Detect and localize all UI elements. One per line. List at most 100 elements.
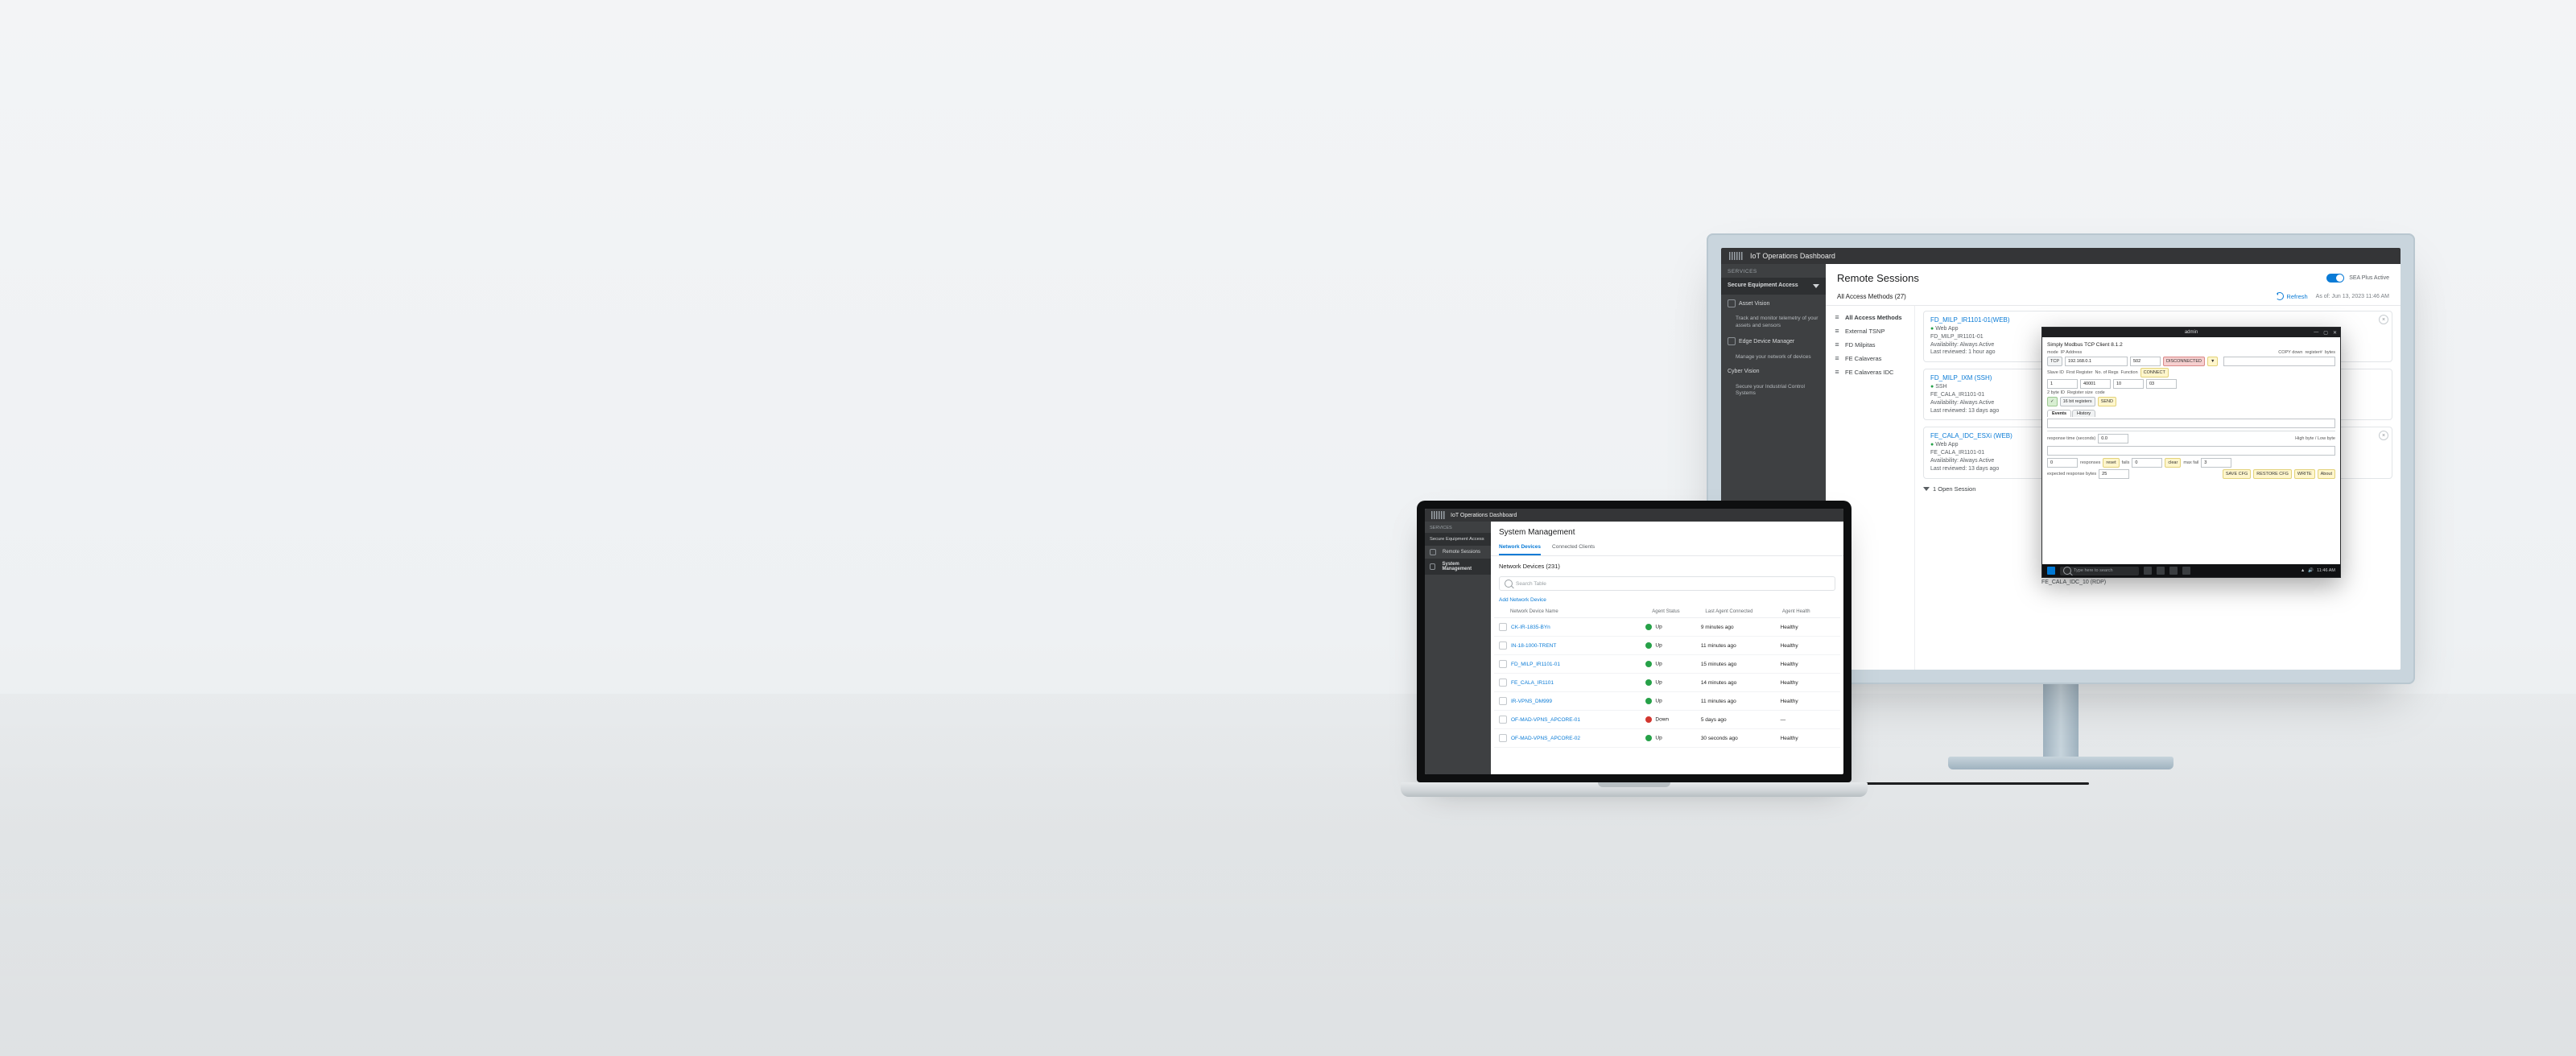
category-label: External TSNP: [1845, 328, 1885, 335]
first-reg-field[interactable]: 40001: [2080, 379, 2111, 389]
taskbar-app-icon[interactable]: [2157, 567, 2165, 575]
table-row[interactable]: OF-MAD-VPNS_APCORE-01Down5 days ago—: [1494, 711, 1840, 729]
device-name-link[interactable]: IN-18-1000-TRENT: [1511, 643, 1556, 649]
tab-events[interactable]: Events: [2047, 410, 2071, 417]
copy-button[interactable]: ▼: [2207, 357, 2218, 366]
label: responses: [2080, 460, 2100, 465]
disconnected-chip: DISCONNECTED: [2163, 357, 2205, 366]
minimize-icon[interactable]: —: [2314, 330, 2318, 335]
device-name-link[interactable]: CK-IR-1835-BYn: [1511, 625, 1550, 630]
toggle-chip[interactable]: ✓: [2047, 397, 2058, 406]
edm-icon: [1728, 337, 1736, 345]
label: max fail: [2183, 460, 2198, 465]
table-row[interactable]: IN-18-1000-TRENTUp11 minutes agoHealthy: [1494, 637, 1840, 655]
sidebar-item-system-management[interactable]: System Management: [1425, 559, 1491, 575]
table-row[interactable]: IR-VPNS_DM999Up11 minutes agoHealthy: [1494, 692, 1840, 711]
search-input[interactable]: Search Table: [1499, 576, 1835, 591]
reset-button[interactable]: reset: [2103, 458, 2119, 468]
sea-plus-toggle[interactable]: SEA Plus Active: [2326, 274, 2389, 283]
sidebar-item-sea[interactable]: Secure Equipment Access: [1425, 533, 1491, 546]
maximize-icon[interactable]: ▢: [2323, 330, 2328, 336]
slave-field[interactable]: 1: [2047, 379, 2078, 389]
sidebar-item-remote-sessions[interactable]: Remote Sessions: [1425, 546, 1491, 559]
taskbar-search[interactable]: Type here to search: [2060, 567, 2139, 575]
close-icon[interactable]: ×: [2379, 315, 2388, 324]
regsize-chip[interactable]: 16 bit registers: [2060, 397, 2095, 406]
category-item[interactable]: ≡External TSNP: [1826, 324, 1914, 338]
row-checkbox[interactable]: [1499, 641, 1507, 650]
taskbar-tray[interactable]: ▲🔊11:46 AM: [2301, 568, 2335, 573]
write-button[interactable]: WRITE: [2294, 469, 2315, 479]
refresh-icon: [2276, 292, 2284, 300]
ip-field[interactable]: 192.168.0.1: [2065, 357, 2128, 366]
row-checkbox[interactable]: [1499, 623, 1507, 631]
rdp-titlebar[interactable]: admin — ▢ ✕: [2042, 328, 2340, 337]
sidebar-item-sea[interactable]: Secure Equipment Access: [1721, 278, 1826, 295]
col-health[interactable]: Agent Health: [1782, 609, 1835, 614]
table-row[interactable]: FE_CALA_IR1101Up14 minutes agoHealthy: [1494, 674, 1840, 692]
label: response time (seconds): [2047, 436, 2095, 441]
row-checkbox[interactable]: [1499, 697, 1507, 705]
maxfail-field[interactable]: 3: [2201, 458, 2231, 468]
row-checkbox[interactable]: [1499, 679, 1507, 687]
sidebar-heading: SERVICES: [1721, 264, 1826, 278]
category-label: FE Calaveras: [1845, 355, 1881, 362]
windows-taskbar[interactable]: Type here to search ▲🔊11:46 AM: [2042, 564, 2340, 577]
port-field[interactable]: 502: [2130, 357, 2161, 366]
row-checkbox[interactable]: [1499, 716, 1507, 724]
device-name-link[interactable]: IR-VPNS_DM999: [1511, 699, 1552, 704]
row-checkbox[interactable]: [1499, 734, 1507, 742]
app-titlebar: IoT Operations Dashboard: [1721, 248, 2401, 264]
table-row[interactable]: CK-IR-1835-BYnUp9 minutes agoHealthy: [1494, 618, 1840, 637]
tab-history[interactable]: History: [2072, 410, 2095, 417]
send-button[interactable]: SEND: [2098, 397, 2116, 406]
sidebar-item-edm[interactable]: Edge Device Manager: [1721, 332, 1826, 351]
rdp-window[interactable]: admin — ▢ ✕ Simply Modbus TCP Client 8.1…: [2041, 327, 2341, 578]
label: High byte / Low byte: [2295, 436, 2335, 441]
sidebar-item-cyber-vision[interactable]: Cyber Vision: [1721, 364, 1826, 381]
laptop-sidebar: SERVICES Secure Equipment Access Remote …: [1425, 522, 1491, 774]
tab-connected-clients[interactable]: Connected Clients: [1552, 540, 1595, 555]
category-item[interactable]: ≡FD Milpitas: [1826, 338, 1914, 352]
mode-chip[interactable]: TCP: [2047, 357, 2062, 366]
close-icon[interactable]: ×: [2379, 431, 2388, 440]
col-heard[interactable]: Last Agent Connected: [1705, 609, 1781, 614]
taskbar-app-icon[interactable]: [2169, 567, 2178, 575]
device-name-link[interactable]: FD_MILP_IR1101-01: [1511, 662, 1560, 667]
table-row[interactable]: FD_MILP_IR1101-01Up15 minutes agoHealthy: [1494, 655, 1840, 674]
close-icon[interactable]: ✕: [2333, 330, 2337, 336]
sidebar-item-label: Cyber Vision: [1728, 369, 1760, 374]
save-cfg-button[interactable]: SAVE CFG: [2223, 469, 2251, 479]
monitor-neck: [2043, 684, 2079, 757]
sidebar-item-asset-vision[interactable]: Asset Vision: [1721, 295, 1826, 313]
device-name-link[interactable]: FE_CALA_IR1101: [1511, 680, 1554, 686]
search-placeholder: Type here to search: [2074, 568, 2113, 573]
start-icon[interactable]: [2047, 567, 2055, 575]
laptop-body: SERVICES Secure Equipment Access Remote …: [1425, 522, 1843, 774]
category-item[interactable]: ≡FE Calaveras: [1826, 352, 1914, 365]
last-heard-cell: 9 minutes ago: [1701, 625, 1781, 630]
device-name-link[interactable]: OF-MAD-VPNS_APCORE-01: [1511, 717, 1580, 723]
about-button[interactable]: About: [2318, 469, 2335, 479]
table-row[interactable]: OF-MAD-VPNS_APCORE-02Up30 seconds agoHea…: [1494, 729, 1840, 748]
row-checkbox[interactable]: [1499, 660, 1507, 668]
connect-button[interactable]: CONNECT: [2140, 368, 2169, 377]
tab-network-devices[interactable]: Network Devices: [1499, 540, 1541, 555]
status-dot-icon: [1645, 716, 1652, 723]
taskbar-app-icon[interactable]: [2182, 567, 2190, 575]
restore-cfg-button[interactable]: RESTORE CFG: [2253, 469, 2292, 479]
col-name[interactable]: Network Device Name: [1499, 609, 1652, 614]
clear-button[interactable]: clear: [2165, 458, 2181, 468]
category-item[interactable]: ≡FE Calaveras IDC: [1826, 365, 1914, 379]
device-name-link[interactable]: OF-MAD-VPNS_APCORE-02: [1511, 736, 1580, 741]
category-all[interactable]: ≡All Access Methods: [1826, 311, 1914, 324]
func-field[interactable]: 03: [2146, 379, 2177, 389]
add-device-button[interactable]: Add Network Device: [1491, 594, 1843, 606]
health-cell: —: [1781, 717, 1835, 723]
num-regs-field[interactable]: 10: [2113, 379, 2144, 389]
rdp-body: Simply Modbus TCP Client 8.1.2 mode IP A…: [2042, 337, 2340, 564]
col-status[interactable]: Agent Status: [1652, 609, 1705, 614]
status-cell: Up: [1645, 661, 1700, 667]
refresh-button[interactable]: Refresh: [2276, 292, 2307, 300]
taskbar-app-icon[interactable]: [2144, 567, 2152, 575]
